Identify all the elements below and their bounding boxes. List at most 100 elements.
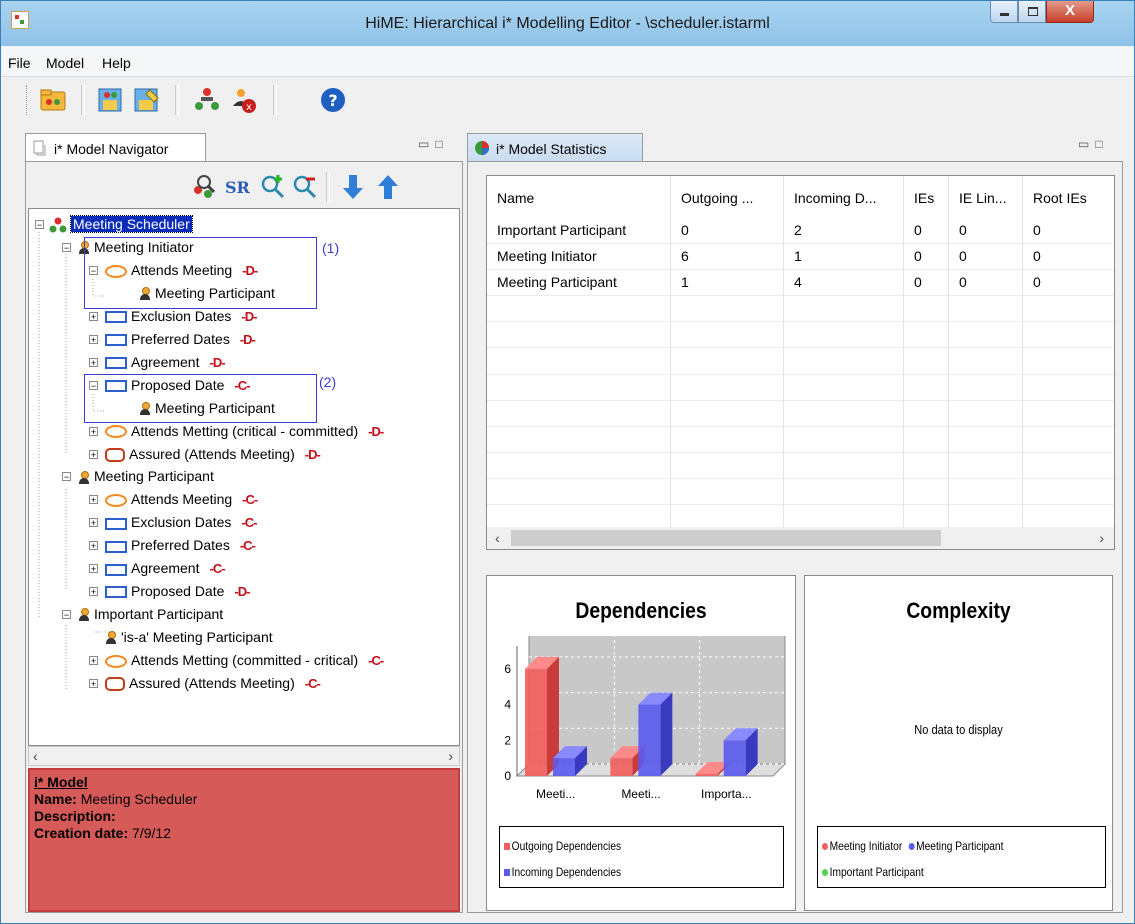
tree-node[interactable]: 'is-a' Meeting Participant [105,627,273,647]
tab-model-navigator[interactable]: i* Model Navigator [25,133,206,161]
navigator-tab-label: i* Model Navigator [54,141,169,157]
zoom-out-icon[interactable] [290,172,320,202]
tab-model-statistics[interactable]: i* Model Statistics [467,133,643,161]
tree-node[interactable]: Assured (Attends Meeting) -D- [105,444,321,464]
expand-toggle[interactable]: + [89,449,98,459]
table-row[interactable]: Meeting Participant 1 4 0 0 0 [487,269,1114,297]
table-row[interactable]: Important Participant 0 2 0 0 0 [487,217,1114,244]
table-row [487,451,1114,479]
table-cell [487,399,671,426]
tree-node[interactable]: Meeting Participant [78,466,214,486]
search-actor-icon[interactable] [188,172,218,202]
expand-toggle[interactable]: − [62,472,71,482]
tree-node[interactable]: Preferred Dates -D- [105,329,256,349]
menu-file[interactable]: File [8,55,31,71]
table-cell: 1 [671,269,784,296]
pie-chart-icon [475,141,489,155]
expand-toggle[interactable]: − [62,610,71,620]
tree-node[interactable]: Preferred Dates -C- [105,535,256,555]
table-cell [904,321,949,348]
legend-important-participant-dot [822,869,828,877]
menu-model[interactable]: Model [46,55,84,71]
table-cell [671,478,784,504]
expand-toggle[interactable]: + [89,656,98,666]
column-header[interactable]: IE Lin... [949,176,1023,220]
tree-node[interactable]: Meeting Scheduler [49,214,193,234]
table-cell [904,295,949,322]
navigator-window-controls[interactable]: ▭□ [418,137,449,151]
table-cell [1023,348,1114,374]
table-cell [784,295,904,322]
save-as-model-icon[interactable] [132,86,160,114]
bar-1 [723,740,746,776]
toolbar-separator [326,172,330,202]
tree-node[interactable]: Attends Meeting -C- [105,489,258,509]
toolbar-grip[interactable] [26,85,30,115]
tree-node-label: Meeting Scheduler [70,215,193,233]
expand-toggle[interactable]: − [62,242,71,252]
expand-toggle[interactable]: + [89,357,98,367]
model-tree[interactable]: − Meeting Scheduler − Meeting Initiator − Att… [28,208,460,746]
open-model-icon[interactable] [39,86,67,114]
scroll-left-icon[interactable]: ‹ [33,748,38,764]
tree-node[interactable]: Assured (Attends Meeting) -C- [105,673,321,693]
tree-node[interactable]: Proposed Date -D- [105,581,250,601]
expand-toggle[interactable]: + [89,541,98,551]
expand-toggle[interactable]: + [89,311,98,321]
column-header[interactable]: Incoming D... [784,176,904,220]
tree-node[interactable]: Agreement -C- [105,558,226,578]
column-header[interactable]: IEs [904,176,949,220]
table-row[interactable]: Meeting Initiator 6 1 0 0 0 [487,243,1114,271]
tree-node[interactable]: Important Participant [78,604,223,624]
save-model-icon[interactable] [96,86,124,114]
expand-toggle[interactable]: − [35,220,44,230]
table-cell [671,321,784,348]
navigator-horizontal-scrollbar[interactable]: ‹ › [28,746,460,766]
table-horizontal-scrollbar[interactable]: ‹ › [487,527,1114,549]
dependencies-chart-title: Dependencies [575,598,707,623]
tree-node[interactable]: Attends Metting (critical - committed) -D… [105,421,384,441]
table-scroll-right-icon[interactable]: › [1099,530,1104,546]
sr-view-icon[interactable]: SR [223,172,253,202]
zoom-in-icon[interactable] [258,172,288,202]
table-cell: 0 [1023,243,1114,269]
menu-help[interactable]: Help [102,55,131,71]
column-header[interactable]: Name [487,176,671,220]
move-down-icon[interactable] [338,172,368,202]
close-button[interactable]: X [1046,1,1094,23]
expand-toggle[interactable]: + [89,518,98,528]
statistics-table[interactable]: Name Outgoing ... Incoming D... IEs IE Lin..… [486,175,1115,550]
expand-toggle[interactable]: + [89,334,98,344]
legend-outgoing-swatch [504,843,510,851]
remove-actor-icon[interactable]: x [229,86,257,114]
move-up-icon[interactable] [373,172,403,202]
expand-toggle[interactable]: + [89,564,98,574]
column-header[interactable]: Root IEs [1023,176,1114,220]
expand-toggle[interactable]: + [89,426,98,436]
table-scroll-thumb[interactable] [511,530,941,546]
legend-outgoing: Outgoing Dependencies [504,839,621,853]
statistics-window-controls[interactable]: ▭□ [1078,137,1109,151]
column-header[interactable]: Outgoing ... [671,176,784,220]
resource-icon [105,586,127,599]
scroll-right-icon[interactable]: › [448,748,453,764]
annotation-label-2: (2) [319,374,337,390]
x-category-label: Meeti... [536,787,575,801]
title-bar[interactable]: HiME: Hierarchical i* Modelling Editor -… [1,1,1134,46]
expand-toggle[interactable]: + [89,495,98,505]
menu-bar: File Model Help [1,46,1134,77]
maximize-button[interactable] [1018,1,1046,23]
expand-toggle[interactable]: + [89,587,98,597]
table-row [487,425,1114,453]
table-scroll-left-icon[interactable]: ‹ [495,530,500,546]
description-label: Description: [34,808,116,824]
expand-toggle[interactable]: + [89,679,98,689]
minimize-button[interactable] [990,1,1018,23]
tree-node[interactable]: Agreement -D- [105,352,226,372]
tree-node[interactable]: Attends Metting (committed - critical) -C… [105,650,384,670]
tree-node[interactable]: Exclusion Dates -C- [105,512,257,532]
actor-hierarchy-icon[interactable] [193,86,221,114]
help-icon[interactable]: ? [319,86,347,114]
table-row [487,399,1114,427]
table-cell [784,373,904,400]
